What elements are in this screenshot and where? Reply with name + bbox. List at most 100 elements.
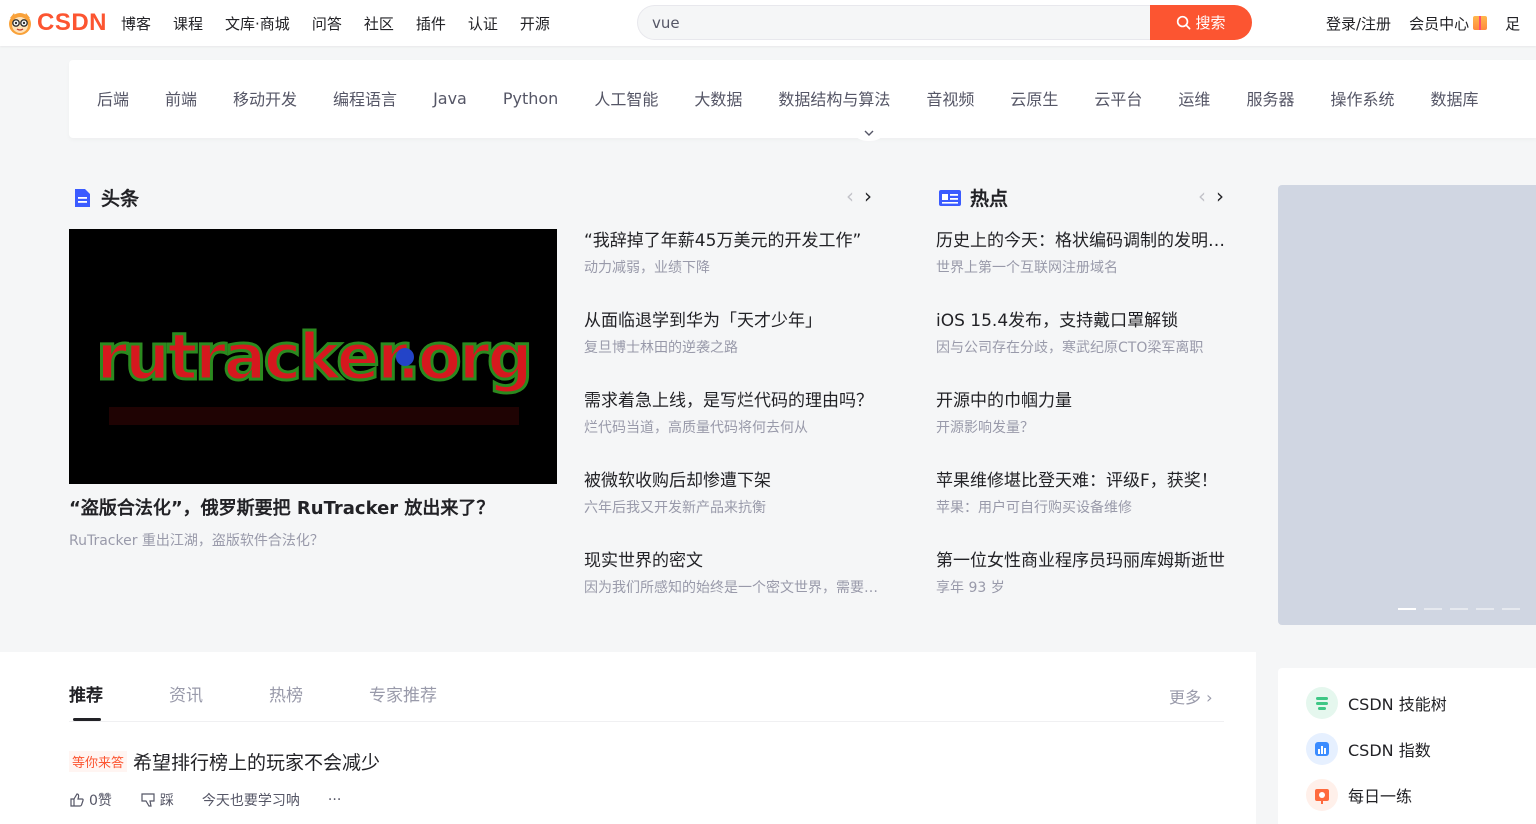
hot-item-subtitle: 苹果：用户可自行购买设备维修 [936,500,1132,516]
hot-item[interactable]: 开源中的巾帼力量 开源影响发量？ [936,389,1234,437]
category-server[interactable]: 服务器 [1246,86,1294,110]
dislike-button[interactable]: 踩 [140,790,174,810]
nav-community[interactable]: 社区 [364,13,394,34]
category-frontend[interactable]: 前端 [165,86,197,110]
footprint-link[interactable]: 足 [1505,13,1520,34]
feed-item-title[interactable]: 希望排行榜上的玩家不会减少 [133,748,380,775]
nav-qa[interactable]: 问答 [312,13,342,34]
headline-item[interactable]: 被微软收购后却惨遭下架 六年后我又开发新产品来抗衡 [584,469,884,517]
search-input[interactable] [638,6,1151,39]
carousel-dot[interactable] [1476,608,1494,610]
carousel-dot[interactable] [1502,608,1520,610]
banner-ad-placeholder[interactable] [1278,185,1536,625]
headline-title: 头条 [101,188,140,210]
hot-title: 热点 [970,188,1009,210]
category-expand-button[interactable] [851,125,887,141]
feed-more-link[interactable]: 更多 › [1169,684,1213,708]
hot-item-title[interactable]: iOS 15.4发布，支持戴口罩解锁 [936,309,1234,333]
rutracker-logo-image: rutracker.org [69,229,557,484]
top-bar: CSDN 博客 课程 文库·商城 问答 社区 插件 认证 开源 搜索 登录/注册… [0,0,1536,46]
headline-hero-title[interactable]: “盗版合法化”，俄罗斯要把 RuTracker 放出来了？ [69,494,494,520]
hot-item-title[interactable]: 历史上的今天：格状编码调制的发明者诞生 [936,229,1234,253]
nav-certification[interactable]: 认证 [468,13,498,34]
hot-item[interactable]: iOS 15.4发布，支持戴口罩解锁 因与公司存在分歧，寒武纪原CTO梁军离职 [936,309,1234,357]
headline-hero-image[interactable]: rutracker.org [69,229,557,484]
category-ai[interactable]: 人工智能 [594,86,658,110]
headline-hero-subtitle: RuTracker 重出江湖，盗版软件合法化？ [69,533,324,549]
category-bigdata[interactable]: 大数据 [694,86,742,110]
vip-center-link[interactable]: 会员中心 [1409,13,1488,34]
category-mobile[interactable]: 移动开发 [233,86,297,110]
headline-item-title[interactable]: “我辞掉了年薪45万美元的开发工作” [584,229,884,253]
headline-item-subtitle: 因为我们所感知的始终是一个密文世界，需要解码 [584,580,884,596]
hot-item-title[interactable]: 开源中的巾帼力量 [936,389,1234,413]
hot-prev-icon[interactable]: ‹ [1198,186,1206,206]
category-av[interactable]: 音视频 [926,86,974,110]
vip-center-label: 会员中心 [1409,14,1470,33]
headline-item-subtitle: 烂代码当道，高质量代码将何去何从 [584,420,808,436]
tool-csdn-index[interactable]: CSDN 指数 [1306,733,1431,765]
carousel-dot[interactable] [1424,608,1442,610]
tab-recommend[interactable]: 推荐 [69,681,103,706]
hot-item-title[interactable]: 第一位女性商业程序员玛丽库姆斯逝世 [936,549,1234,573]
feed-item-title-row[interactable]: 等你来答 希望排行榜上的玩家不会减少 [69,748,380,775]
headline-item[interactable]: 需求着急上线，是写烂代码的理由吗？ 烂代码当道，高质量代码将何去何从 [584,389,884,437]
category-language[interactable]: 编程语言 [333,86,397,110]
like-count: 0赞 [89,793,112,809]
hot-item-title[interactable]: 苹果维修堪比登天难：评级F，获奖！ [936,469,1234,493]
banner-carousel-dots [1398,608,1528,610]
carousel-dot[interactable] [1450,608,1468,610]
search-button-label: 搜索 [1195,14,1226,32]
csdn-logo[interactable]: CSDN [6,9,107,37]
login-register-link[interactable]: 登录/注册 [1326,13,1391,34]
headline-item-subtitle: 六年后我又开发新产品来抗衡 [584,500,766,516]
hot-item[interactable]: 第一位女性商业程序员玛丽库姆斯逝世 享年 93 岁 [936,549,1234,597]
tab-news[interactable]: 资讯 [169,681,203,706]
headline-item-title[interactable]: 现实世界的密文 [584,549,884,573]
feed-more-label: 更多 [1169,688,1202,707]
category-cloud-platform[interactable]: 云平台 [1094,86,1142,110]
headline-item[interactable]: 现实世界的密文 因为我们所感知的始终是一个密文世界，需要解码 [584,549,884,597]
nav-library-mall[interactable]: 文库·商城 [225,13,290,34]
headline-item-title[interactable]: 需求着急上线，是写烂代码的理由吗？ [584,389,884,413]
top-nav: 博客 课程 文库·商城 问答 社区 插件 认证 开源 [110,0,561,46]
carousel-dot[interactable] [1398,608,1416,610]
search-button[interactable]: 搜索 [1150,5,1252,40]
logo-text: CSDN [37,9,108,36]
category-os[interactable]: 操作系统 [1330,86,1394,110]
tab-hot-list[interactable]: 热榜 [269,681,303,706]
hot-item[interactable]: 苹果维修堪比登天难：评级F，获奖！ 苹果：用户可自行购买设备维修 [936,469,1234,517]
nav-course[interactable]: 课程 [173,13,203,34]
headline-next-icon[interactable]: › [864,186,872,206]
thumbs-up-icon [70,793,84,807]
headline-pager: ‹ › [836,186,872,206]
headline-item-title[interactable]: 被微软收购后却惨遭下架 [584,469,884,493]
category-algorithm[interactable]: 数据结构与算法 [778,86,890,110]
skill-tree-icon [1306,687,1338,719]
nav-plugin[interactable]: 插件 [416,13,446,34]
headline-item[interactable]: “我辞掉了年薪45万美元的开发工作” 动力减弱，业绩下降 [584,229,884,277]
search-box [637,5,1151,40]
tab-expert-recommend[interactable]: 专家推荐 [369,681,437,706]
category-backend[interactable]: 后端 [97,86,129,110]
hot-next-icon[interactable]: › [1216,186,1224,206]
tool-skill-tree[interactable]: CSDN 技能树 [1306,687,1447,719]
category-ops[interactable]: 运维 [1178,86,1210,110]
feed-item-author[interactable]: 今天也要学习呐 [202,790,300,810]
like-button[interactable]: 0赞 [69,790,112,810]
category-database[interactable]: 数据库 [1430,86,1478,110]
headline-item[interactable]: 从面临退学到华为「天才少年」 复旦博士林田的逆袭之路 [584,309,884,357]
headline-item-subtitle: 动力减弱，业绩下降 [584,260,710,276]
tool-daily-practice[interactable]: 每日一练 [1306,779,1412,811]
headline-item-title[interactable]: 从面临退学到华为「天才少年」 [584,309,884,333]
hot-item[interactable]: 历史上的今天：格状编码调制的发明者诞生 世界上第一个互联网注册域名 [936,229,1234,277]
category-java[interactable]: Java [433,89,467,108]
nav-blog[interactable]: 博客 [121,13,151,34]
feed-item-more-button[interactable]: ··· [328,792,341,808]
headline-prev-icon[interactable]: ‹ [846,186,854,206]
tool-label: CSDN 指数 [1348,741,1431,760]
category-cloud-native[interactable]: 云原生 [1010,86,1058,110]
category-python[interactable]: Python [503,89,558,108]
tool-label: 每日一练 [1348,787,1413,806]
nav-opensource[interactable]: 开源 [520,13,550,34]
